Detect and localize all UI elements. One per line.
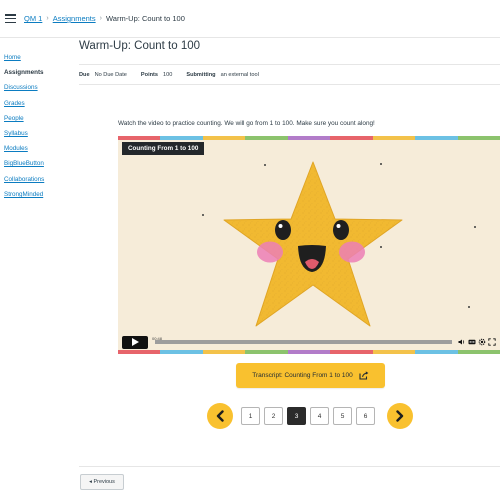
course-navigation: Home Assignments Discussions Grades Peop… [4, 50, 74, 202]
stripe-segment [287, 350, 331, 354]
due-value: No Due Date [94, 71, 127, 78]
main-content: Warm-Up: Count to 100 Due No Due Date Po… [79, 38, 500, 85]
points-label: Points [140, 71, 159, 78]
stripe-segment [118, 136, 161, 140]
footer-divider [79, 466, 500, 467]
stripe-segment [202, 136, 246, 140]
page-button-1[interactable]: 1 [241, 407, 260, 425]
bottom-color-stripe [118, 350, 500, 354]
video-player[interactable]: Counting From 1 to 100 00:48 [118, 136, 500, 354]
due-label: Due [79, 71, 90, 78]
pagination: 1 2 3 4 5 6 [207, 403, 413, 429]
chevron-left-icon [216, 410, 224, 422]
nav-item-modules[interactable]: Modules [4, 141, 74, 156]
volume-icon[interactable] [458, 338, 466, 346]
page-button-5[interactable]: 5 [333, 407, 352, 425]
nav-item-bigbluebutton[interactable]: BigBlueButton [4, 156, 74, 171]
video-controls [118, 334, 500, 350]
assignment-details: Due No Due Date Points 100 Submitting an… [79, 64, 500, 85]
transcript-button[interactable]: Transcript: Counting From 1 to 100 [236, 363, 385, 388]
decor-dot [474, 226, 476, 228]
previous-page-button[interactable] [207, 403, 233, 429]
breadcrumb-separator: › [46, 15, 49, 22]
breadcrumb-current: Warm-Up: Count to 100 [105, 14, 185, 23]
transcript-label: Transcript: Counting From 1 to 100 [252, 372, 353, 379]
stripe-segment [245, 136, 288, 140]
top-bar: QM 1 › Assignments › Warm-Up: Count to 1… [0, 0, 500, 38]
nav-item-people[interactable]: People [4, 111, 74, 126]
star-character-image [223, 161, 403, 327]
player-control-icons [456, 338, 496, 346]
chevron-right-icon [396, 410, 404, 422]
breadcrumb-course-link[interactable]: QM 1 [24, 14, 42, 23]
stripe-segment [457, 136, 500, 140]
stripe-segment [415, 136, 458, 140]
submitting-label: Submitting [186, 71, 216, 78]
captions-icon[interactable] [468, 338, 476, 346]
stripe-segment [372, 350, 416, 354]
stripe-segment [245, 350, 288, 354]
submitting-value: an external tool [220, 71, 259, 78]
stripe-segment [202, 350, 246, 354]
video-progress-bar[interactable] [155, 340, 452, 344]
fullscreen-icon[interactable] [488, 338, 496, 346]
page-button-2[interactable]: 2 [264, 407, 283, 425]
nav-item-assignments[interactable]: Assignments [4, 65, 74, 80]
stripe-segment [160, 136, 203, 140]
stripe-segment [415, 350, 458, 354]
nav-item-discussions[interactable]: Discussions [4, 80, 74, 95]
nav-item-grades[interactable]: Grades [4, 96, 74, 111]
page-button-6[interactable]: 6 [356, 407, 375, 425]
settings-gear-icon[interactable] [478, 338, 486, 346]
external-link-icon [359, 371, 369, 380]
breadcrumb-separator: › [99, 15, 102, 22]
decor-dot [468, 306, 470, 308]
intro-text: Watch the video to practice counting. We… [118, 120, 375, 127]
stripe-segment [118, 350, 161, 354]
stripe-segment [160, 350, 203, 354]
page-button-3[interactable]: 3 [287, 407, 306, 425]
play-button[interactable] [122, 335, 148, 349]
previous-button[interactable]: ◂ Previous [80, 474, 124, 490]
stripe-segment [330, 136, 373, 140]
nav-item-strongminded[interactable]: StrongMinded [4, 187, 74, 202]
play-icon [131, 338, 139, 346]
nav-item-home[interactable]: Home [4, 50, 74, 65]
points-value: 100 [163, 71, 173, 78]
stripe-segment [457, 350, 500, 354]
breadcrumb-assignments-link[interactable]: Assignments [53, 14, 96, 23]
top-color-stripe [118, 136, 500, 140]
nav-item-syllabus[interactable]: Syllabus [4, 126, 74, 141]
decor-dot [202, 214, 204, 216]
stripe-segment [372, 136, 416, 140]
stripe-segment [330, 350, 373, 354]
next-page-button[interactable] [387, 403, 413, 429]
video-title: Counting From 1 to 100 [122, 142, 205, 155]
page-title: Warm-Up: Count to 100 [79, 40, 201, 52]
hamburger-menu-icon[interactable] [5, 14, 16, 23]
breadcrumb: QM 1 › Assignments › Warm-Up: Count to 1… [24, 14, 185, 23]
page-button-4[interactable]: 4 [310, 407, 329, 425]
stripe-segment [287, 136, 331, 140]
nav-item-collaborations[interactable]: Collaborations [4, 172, 74, 187]
